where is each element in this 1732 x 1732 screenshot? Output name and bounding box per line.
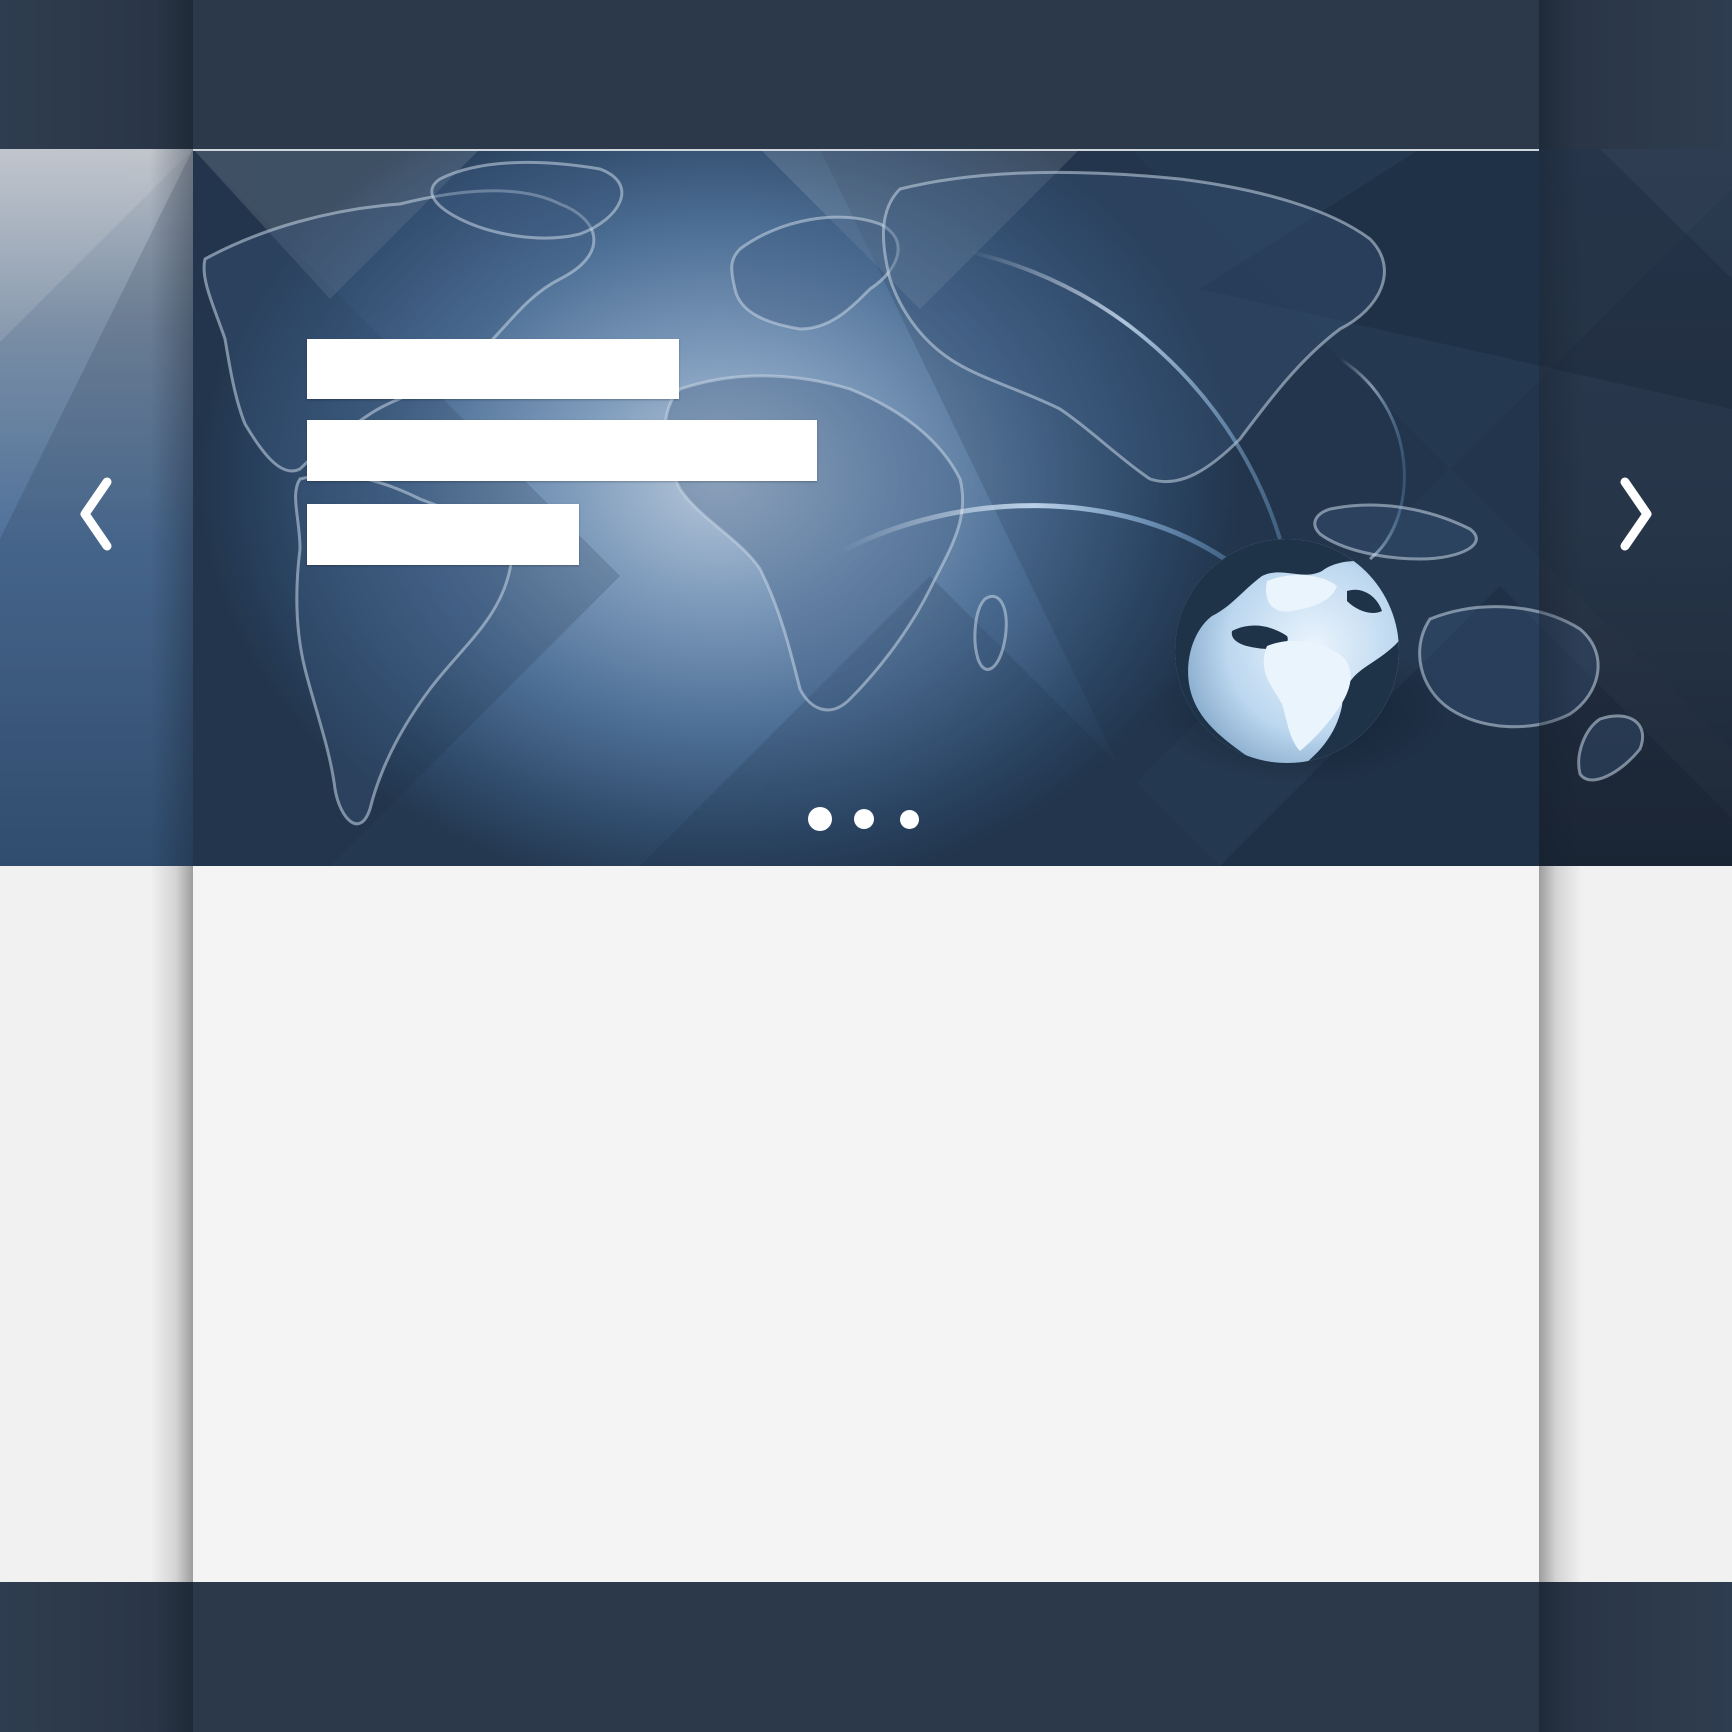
chevron-right-icon (1620, 477, 1652, 551)
hero-top-border (193, 149, 1539, 151)
header-side-left (0, 0, 193, 149)
hero-subtitle-placeholder (307, 420, 817, 481)
hero-slider (0, 149, 1732, 866)
slider-dot-3[interactable] (900, 809, 919, 829)
main-content-panel (193, 866, 1539, 1582)
header-side-right (1539, 0, 1732, 149)
slider-dot-1-active[interactable] (808, 807, 832, 831)
hero-shadow-left (150, 149, 193, 866)
hero-title-placeholder (307, 339, 679, 399)
footer-bar (0, 1582, 1732, 1732)
hero-button-placeholder[interactable] (307, 504, 579, 565)
footer-side-right (1539, 1582, 1732, 1732)
globe-icon (1175, 539, 1399, 763)
footer-side-left (0, 1582, 193, 1732)
slider-dot-2[interactable] (854, 809, 874, 829)
slider-next-button[interactable] (1605, 469, 1665, 559)
chevron-left-icon (80, 477, 112, 551)
hero-shadow-right (1539, 149, 1582, 866)
content-shadow-left (150, 866, 193, 1582)
slider-pagination (808, 807, 919, 831)
header-bar (0, 0, 1732, 149)
hero-background-art (0, 149, 1732, 866)
slider-prev-button[interactable] (67, 469, 127, 559)
content-shadow-right (1539, 866, 1582, 1582)
